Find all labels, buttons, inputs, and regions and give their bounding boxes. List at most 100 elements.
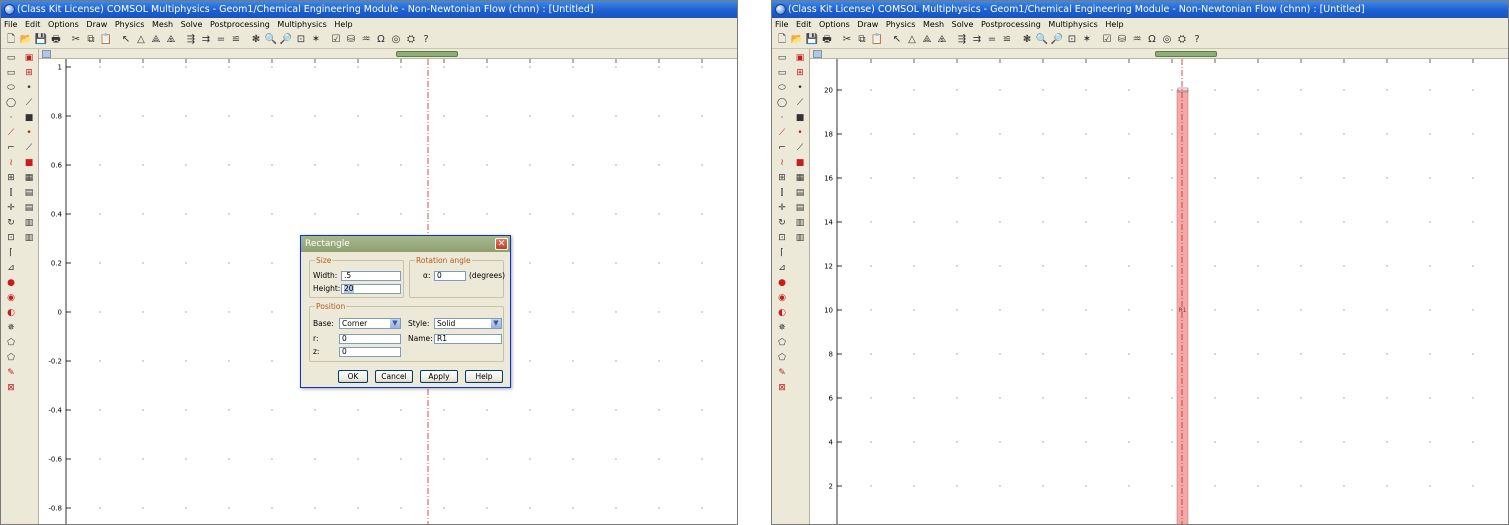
point-icon[interactable]: • [793,82,807,95]
zoom-in-icon[interactable]: 🔍 [1035,33,1049,47]
solid-icon[interactable]: ■ [22,112,36,125]
curve-icon[interactable]: ≀ [4,157,18,170]
height-field[interactable]: 20 [341,284,401,294]
dot-red-icon[interactable]: • [793,127,807,140]
close-icon[interactable]: ✕ [495,238,508,250]
menu-mesh[interactable]: Mesh [152,20,173,29]
check-icon[interactable]: ☑ [1100,33,1114,47]
labels-icon[interactable]: ▥ [793,217,807,230]
pointer-icon[interactable]: ↖ [119,33,133,47]
help-button[interactable]: Help [465,370,503,383]
horizontal-scrollbar[interactable] [810,49,1508,59]
chevron-down-icon[interactable]: ▼ [390,319,400,328]
zoom-out-icon[interactable]: 🔎 [279,33,293,47]
axes-plot[interactable]: 20 18 16 14 12 10 8 6 4 2 R1 [810,59,1508,524]
boundary-mode-icon[interactable]: ⧌ [164,33,178,47]
alpha-field[interactable]: 0 [434,271,466,281]
point-mode-icon[interactable]: ⟁ [149,33,163,47]
menu-edit[interactable]: Edit [25,20,41,29]
fillet-icon[interactable]: ⌈ [775,247,789,260]
split-object-icon[interactable]: ⬠ [775,337,789,350]
title-bar[interactable]: (Class Kit License) COMSOL Multiphysics … [1,1,737,18]
paste-icon[interactable]: 📋 [870,33,884,47]
width-field[interactable]: .5 [341,271,401,281]
menu-postprocessing[interactable]: Postprocessing [210,20,270,29]
dot-red-icon[interactable]: • [22,127,36,140]
mirror-icon[interactable]: ⫿ [4,187,18,200]
labels-icon[interactable]: ▥ [22,217,36,230]
print-icon[interactable]: 🖶 [820,33,834,47]
grid-icon[interactable]: ▦ [22,172,36,185]
scroll-left-icon[interactable] [813,50,822,58]
rectangle-icon[interactable]: ▭ [775,52,789,65]
scrollbar-thumb[interactable] [396,51,458,57]
open-folder-icon[interactable]: 📂 [790,33,804,47]
array-icon[interactable]: ⊞ [4,172,18,185]
circle-icon[interactable]: ◯ [4,97,18,110]
menu-options[interactable]: Options [819,20,850,29]
move-icon[interactable]: ✛ [775,202,789,215]
line-draw-icon[interactable]: ⟋ [775,127,789,140]
polyline-icon[interactable]: ⌐ [4,142,18,155]
animate-icon[interactable]: ♒ [1130,33,1144,47]
scrollbar-thumb[interactable] [1155,51,1217,57]
chamfer-icon[interactable]: ⊿ [4,262,18,275]
intersection-icon[interactable]: ◉ [775,292,789,305]
menu-solve[interactable]: Solve [181,20,203,29]
menu-mesh[interactable]: Mesh [923,20,944,29]
equals-icon[interactable]: = [985,33,999,47]
draw-mode-icon[interactable]: △ [905,33,919,47]
grid-icon[interactable]: ▦ [793,172,807,185]
delete-interior-icon[interactable]: ⬠ [4,352,18,365]
menu-physics[interactable]: Physics [115,20,145,29]
dialog-title[interactable]: Rectangle [301,236,510,252]
point-icon[interactable]: • [22,82,36,95]
menu-help[interactable]: Help [1105,20,1123,29]
zoom-extents-icon[interactable]: ✶ [1080,33,1094,47]
print-icon[interactable]: 🖶 [49,33,63,47]
menu-multiphysics[interactable]: Multiphysics [277,20,326,29]
coerce-icon[interactable]: ✎ [775,367,789,380]
scroll-left-icon[interactable] [42,50,51,58]
help-icon[interactable]: ? [1190,33,1204,47]
menu-draw[interactable]: Draw [857,20,878,29]
point-draw-icon[interactable]: · [4,112,18,125]
solid-icon[interactable]: ■ [793,112,807,125]
tangent-icon[interactable]: ▥ [22,232,36,245]
omega-icon[interactable]: Ω [374,33,388,47]
omega-icon[interactable]: Ω [1145,33,1159,47]
target-icon[interactable]: ◎ [1160,33,1174,47]
line-icon[interactable]: ⟋ [22,97,36,110]
menu-file[interactable]: File [4,20,17,29]
check-icon[interactable]: ☑ [329,33,343,47]
line-draw-icon[interactable]: ⟋ [4,127,18,140]
save-icon[interactable]: 💾 [34,33,48,47]
menu-draw[interactable]: Draw [86,20,107,29]
solve-icon[interactable]: ❃ [1020,33,1034,47]
split-object-icon[interactable]: ⬠ [4,337,18,350]
circle-icon[interactable]: ◯ [775,97,789,110]
point-draw-icon[interactable]: · [775,112,789,125]
line-segment-icon[interactable]: ⟋ [793,142,807,155]
scale-icon[interactable]: ⊡ [775,232,789,245]
draw-object-icon[interactable]: ▣ [22,52,36,65]
difference-icon[interactable]: ◐ [4,307,18,320]
move-icon[interactable]: ✛ [4,202,18,215]
cut-icon[interactable]: ✂ [840,33,854,47]
ok-button[interactable]: OK [338,370,368,383]
menu-solve[interactable]: Solve [952,20,974,29]
chamfer-icon[interactable]: ⊿ [775,262,789,275]
ellipse-icon[interactable]: ⬭ [4,82,18,95]
mesh-icon[interactable]: ≌ [1000,33,1014,47]
z-field[interactable]: 0 [339,347,401,357]
copy-icon[interactable]: ⧉ [84,33,98,47]
copy-icon[interactable]: ⧉ [855,33,869,47]
create-composite-icon[interactable]: ✵ [775,322,789,335]
square-icon[interactable]: ▭ [4,67,18,80]
mesh-icon[interactable]: ≌ [229,33,243,47]
axis-settings-icon[interactable]: ▤ [793,202,807,215]
style-select[interactable]: Solid ▼ [434,318,502,329]
line-icon[interactable]: ⟋ [793,97,807,110]
array-icon[interactable]: ⊞ [775,172,789,185]
menu-physics[interactable]: Physics [886,20,916,29]
